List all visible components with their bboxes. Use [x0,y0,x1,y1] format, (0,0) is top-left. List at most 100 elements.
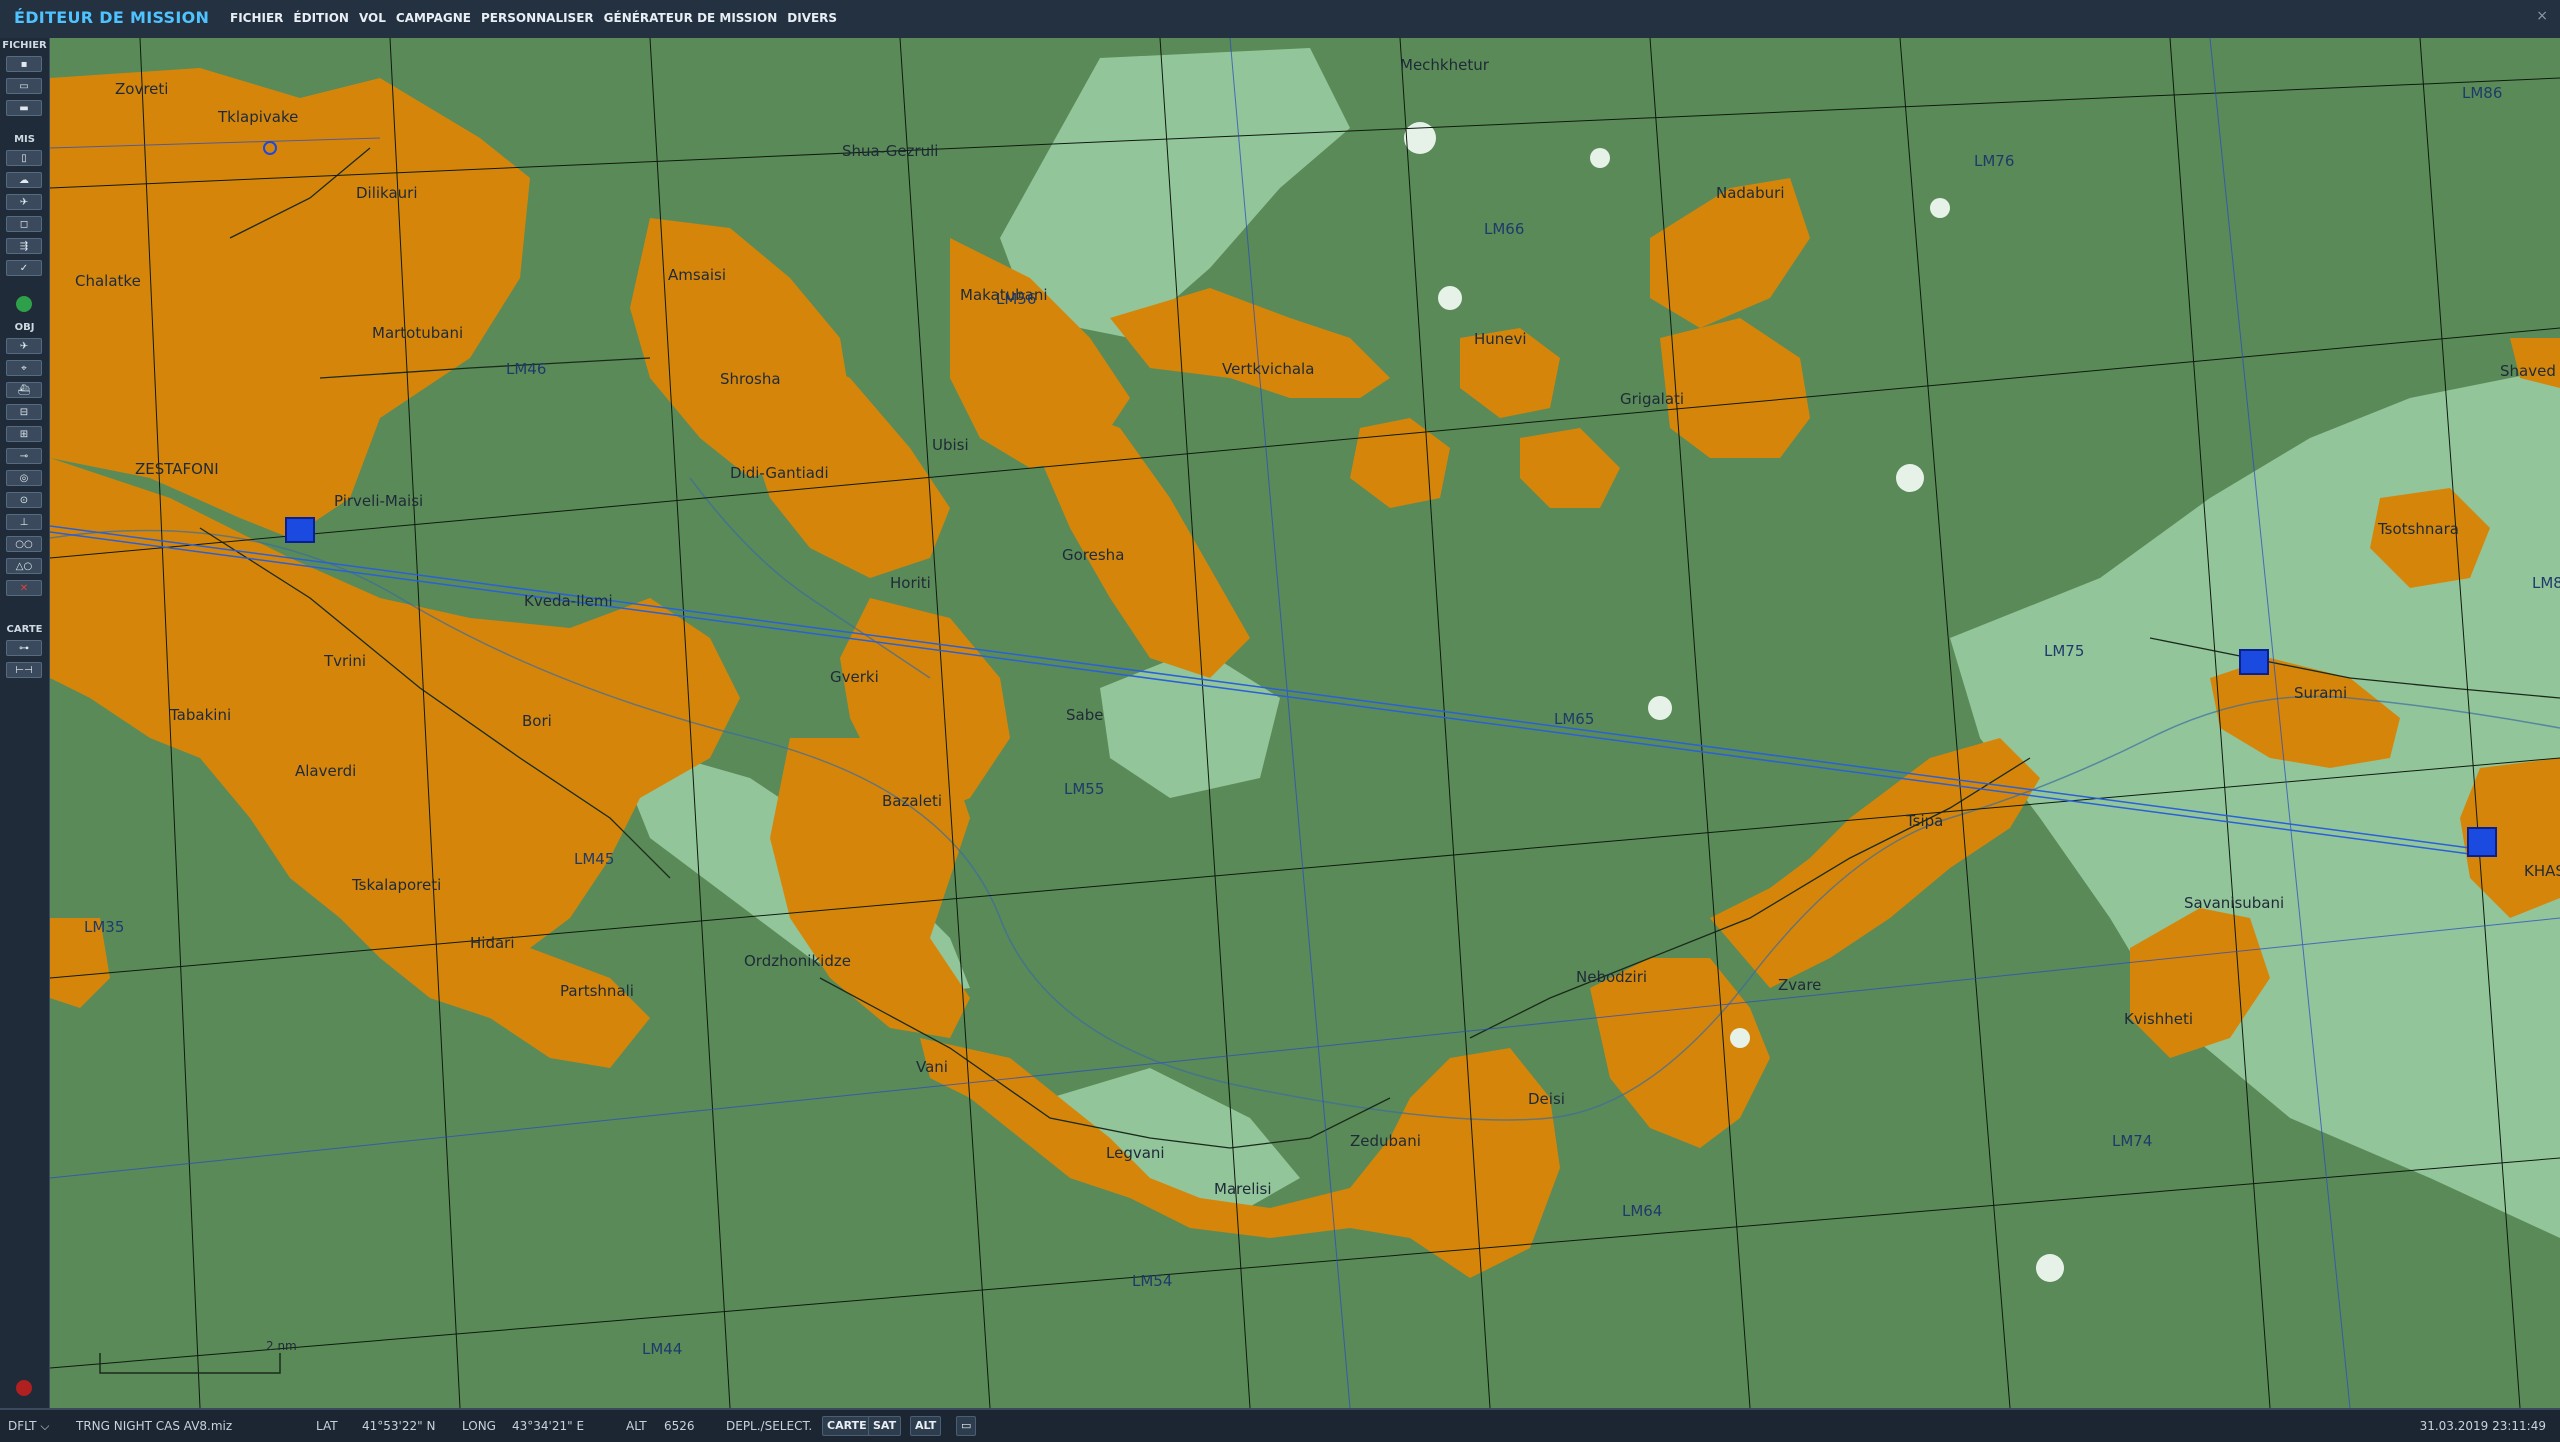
open-file-icon[interactable]: ▭ [6,78,42,94]
record-icon[interactable] [16,1380,32,1396]
mode-label: DEPL./SELECT. [726,1419,813,1433]
town-label: Tsipa [1905,812,1943,830]
town-label: Vertkvichala [1222,360,1314,378]
grid-label: LM54 [1132,1272,1172,1290]
grid-label: LM75 [2044,642,2084,660]
town-label: Partshnali [560,982,634,1000]
farp-icon[interactable]: ⊥ [6,514,42,530]
town-label: Sabe [1066,706,1103,724]
grid-label: LM76 [1974,152,2014,170]
long-value: 43°34'21" E [512,1419,585,1433]
town-label: Hidari [470,934,515,952]
altitude-mode-button[interactable]: ALT [910,1416,942,1436]
town-labels: Zovreti Tklapivake Dilikauri Shua-Gezrul… [75,56,2560,1198]
toolbar-section-map: CARTE [6,624,43,635]
town-label: Legvani [1106,1144,1165,1162]
town-label: Chalatke [75,272,141,290]
long-label: LONG [462,1419,496,1433]
menu-mission-generator[interactable]: GÉNÉRATEUR DE MISSION [604,11,778,25]
triggers-icon[interactable]: ⇶ [6,238,42,254]
grid-label: LM85 [2532,574,2560,592]
static-object-icon[interactable]: ⊞ [6,426,42,442]
town-label: Tsotshnara [2377,520,2459,538]
menu-file[interactable]: FICHIER [230,11,283,25]
main-menu: FICHIER ÉDITION VOL CAMPAGNE PERSONNALIS… [230,11,837,25]
town-label: Amsaisi [668,266,726,284]
map-mode-button[interactable]: CARTE [822,1416,872,1436]
aircraft-icon[interactable]: ✈ [6,338,42,354]
mission-map[interactable]: Zovreti Tklapivake Dilikauri Shua-Gezrul… [50,38,2560,1408]
town-label: Savanisubani [2184,894,2284,912]
status-bar: DFLT ⌵ TRNG NIGHT CAS AV8.miz LAT 41°53'… [0,1408,2560,1442]
target-icon[interactable]: ◎ [6,470,42,486]
town-label: Didi-Gantiadi [730,464,829,482]
mission-filename: TRNG NIGHT CAS AV8.miz [76,1419,233,1433]
town-label: ZESTAFONI [135,460,219,478]
town-label: Dilikauri [356,184,418,202]
save-file-icon[interactable]: ▬ [6,100,42,116]
flight-icon[interactable]: ✈ [6,194,42,210]
waypoint-icon[interactable]: ⊸ [6,448,42,464]
nav-point-icon[interactable]: ⊙ [6,492,42,508]
grid-label: LM35 [84,918,124,936]
grid-label: LM66 [1484,220,1524,238]
town-label: Surami [2294,684,2347,702]
draw-shapes-icon[interactable]: △○ [6,558,42,574]
town-label: Bori [522,712,552,730]
menu-edit[interactable]: ÉDITION [293,11,349,25]
grid-label: LM55 [1064,780,1104,798]
town-label: Deisi [1528,1090,1565,1108]
group-icon[interactable]: ○○ [6,536,42,552]
town-label: Vani [916,1058,948,1076]
fly-icon[interactable] [16,296,32,312]
lat-value: 41°53'22" N [362,1419,436,1433]
toolbar-section-file: FICHIER [2,40,47,51]
satellite-mode-button[interactable]: SAT [868,1416,902,1436]
vehicle-icon[interactable]: ⊟ [6,404,42,420]
town-label: Grigalati [1620,390,1684,408]
weather-icon[interactable]: ☁ [6,172,42,188]
toolbar-section-obj: OBJ [14,322,35,333]
check-icon[interactable]: ✓ [6,260,42,276]
menu-customize[interactable]: PERSONNALISER [481,11,594,25]
zone-icon[interactable]: ◻ [6,216,42,232]
new-file-icon[interactable]: ▪ [6,56,42,72]
ruler-icon[interactable]: ⊢⊣ [6,662,42,678]
ship-icon[interactable]: ⛴ [6,382,42,398]
toolbar-section-mis: MIS [14,134,35,145]
datetime: 31.03.2019 23:11:49 [2419,1419,2546,1433]
town-label: Tabakini [169,706,231,724]
town-label: Zovreti [115,80,168,98]
grid-label: LM74 [2112,1132,2152,1150]
grid-label: LM64 [1622,1202,1662,1220]
grid-label: LM65 [1554,710,1594,728]
close-icon[interactable]: × [2536,8,2548,24]
menu-misc[interactable]: DIVERS [787,11,837,25]
grid-label: LM45 [574,850,614,868]
town-label: Zedubani [1350,1132,1421,1150]
town-label: Gverki [830,668,879,686]
menu-flight[interactable]: VOL [359,11,386,25]
town-label: Alaverdi [295,762,356,780]
menu-campaign[interactable]: CAMPAGNE [396,11,471,25]
map-tool-icon[interactable]: ⊶ [6,640,42,656]
town-label: KHAS [2524,862,2560,880]
town-label: Goresha [1062,546,1124,564]
profile-select[interactable]: DFLT ⌵ [8,1419,49,1434]
town-label: Mechkhetur [1400,56,1490,74]
briefing-icon[interactable]: ▯ [6,150,42,166]
town-label: Nadaburi [1716,184,1785,202]
town-label: Ordzhonikidze [744,952,851,970]
town-label: Pirveli-Maisi [334,492,423,510]
grid-label: LM44 [642,1340,682,1358]
menu-bar: ÉDITEUR DE MISSION FICHIER ÉDITION VOL C… [0,0,2560,40]
town-label: Ubisi [932,436,969,454]
town-label: Kvishheti [2124,1010,2193,1028]
town-label: Shaved [2500,362,2556,380]
town-label: Shrosha [720,370,781,388]
delete-icon[interactable]: ✕ [6,580,42,596]
helicopter-icon[interactable]: ⌖ [6,360,42,376]
left-toolbar: FICHIER ▪ ▭ ▬ MIS ▯ ☁ ✈ ◻ ⇶ ✓ OBJ ✈ ⌖ ⛴ … [0,38,50,1408]
screen-toggle-icon[interactable]: ▭ [956,1416,977,1436]
town-label: Kveda-Ilemi [524,592,613,610]
